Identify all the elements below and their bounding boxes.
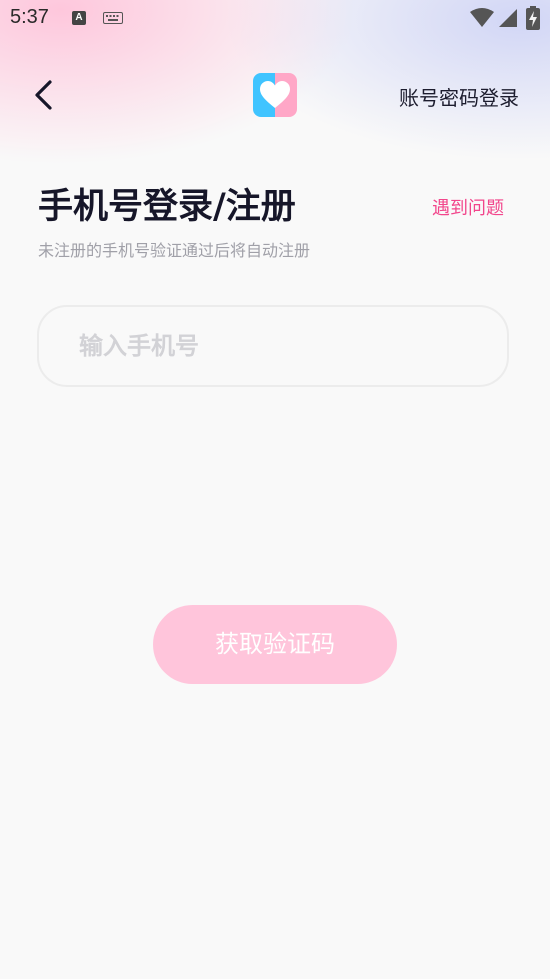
auto-register-hint: 未注册的手机号验证通过后将自动注册: [38, 241, 311, 260]
keyboard-icon: [103, 12, 123, 24]
help-link[interactable]: 遇到问题: [432, 194, 504, 220]
phone-field[interactable]: [37, 305, 509, 387]
back-button[interactable]: [26, 74, 62, 116]
password-login-link[interactable]: 账号密码登录: [399, 82, 519, 111]
status-bar: 5:37 A: [0, 0, 550, 38]
app-logo: [253, 73, 297, 117]
header-background: [0, 0, 550, 340]
get-code-button[interactable]: 获取验证码: [153, 605, 397, 684]
chevron-left-icon: [35, 80, 52, 110]
text-notification-icon: A: [72, 11, 86, 25]
page-title: 手机号登录/注册: [38, 187, 296, 227]
battery-charging-icon: [526, 6, 540, 30]
wifi-icon: [470, 8, 494, 27]
signal-icon: [499, 9, 517, 27]
phone-input[interactable]: [79, 307, 479, 385]
top-nav: 账号密码登录: [0, 60, 550, 130]
status-time: 5:37: [10, 6, 49, 28]
